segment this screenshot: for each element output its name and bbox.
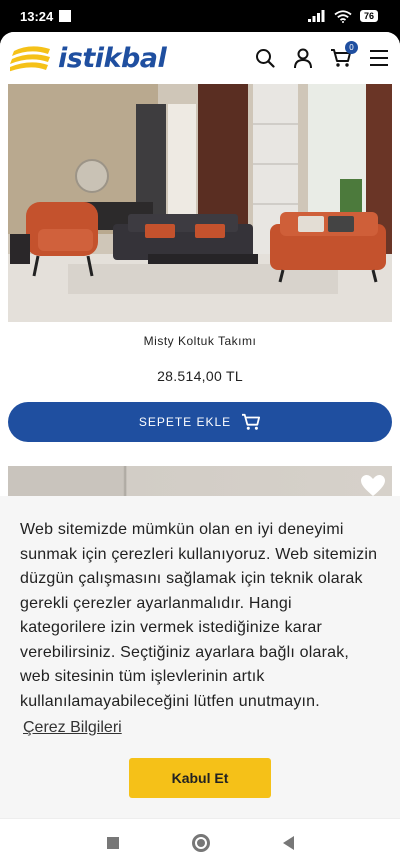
recents-button[interactable] xyxy=(106,836,119,849)
cart-icon[interactable]: 0 xyxy=(330,41,358,69)
back-button[interactable] xyxy=(282,835,294,850)
accept-cookies-button[interactable]: Kabul Et xyxy=(129,758,271,798)
home-button[interactable] xyxy=(191,833,210,852)
battery-indicator: 76 xyxy=(359,10,378,22)
user-icon[interactable] xyxy=(292,47,314,69)
product-name[interactable]: Misty Koltuk Takımı xyxy=(0,334,400,348)
cart-count-badge: 0 xyxy=(345,41,358,54)
signal-icon xyxy=(307,10,325,22)
app-screen: istikbal 0 Misty Koltuk Takımı 28.514,00… xyxy=(0,32,400,818)
notification-icon xyxy=(59,10,72,22)
product-image[interactable] xyxy=(8,84,392,322)
status-bar: 13:24 76 xyxy=(0,0,400,32)
add-to-cart-button[interactable]: SEPETE EKLE xyxy=(8,402,392,442)
favorite-heart-icon[interactable] xyxy=(360,474,386,498)
site-header: istikbal 0 xyxy=(0,32,400,84)
add-to-cart-label: SEPETE EKLE xyxy=(138,415,232,429)
product-price: 28.514,00 TL xyxy=(157,368,243,384)
status-time: 13:24 xyxy=(20,8,54,24)
android-nav-bar xyxy=(0,818,400,866)
living-room-illustration xyxy=(8,84,392,322)
wifi-icon xyxy=(334,9,352,23)
brand-logo[interactable]: istikbal xyxy=(10,42,167,74)
logo-waves-icon xyxy=(10,46,50,72)
cookie-consent-panel: Web sitemizde mümkün olan en iyi deneyim… xyxy=(0,496,400,818)
menu-icon[interactable] xyxy=(368,47,390,69)
cookie-info-link[interactable]: Çerez Bilgileri xyxy=(23,719,122,737)
cookie-message: Web sitemizde mümkün olan en iyi deneyim… xyxy=(20,521,378,710)
logo-text: istikbal xyxy=(58,42,167,74)
search-icon[interactable] xyxy=(254,47,276,69)
cart-icon xyxy=(242,413,261,430)
